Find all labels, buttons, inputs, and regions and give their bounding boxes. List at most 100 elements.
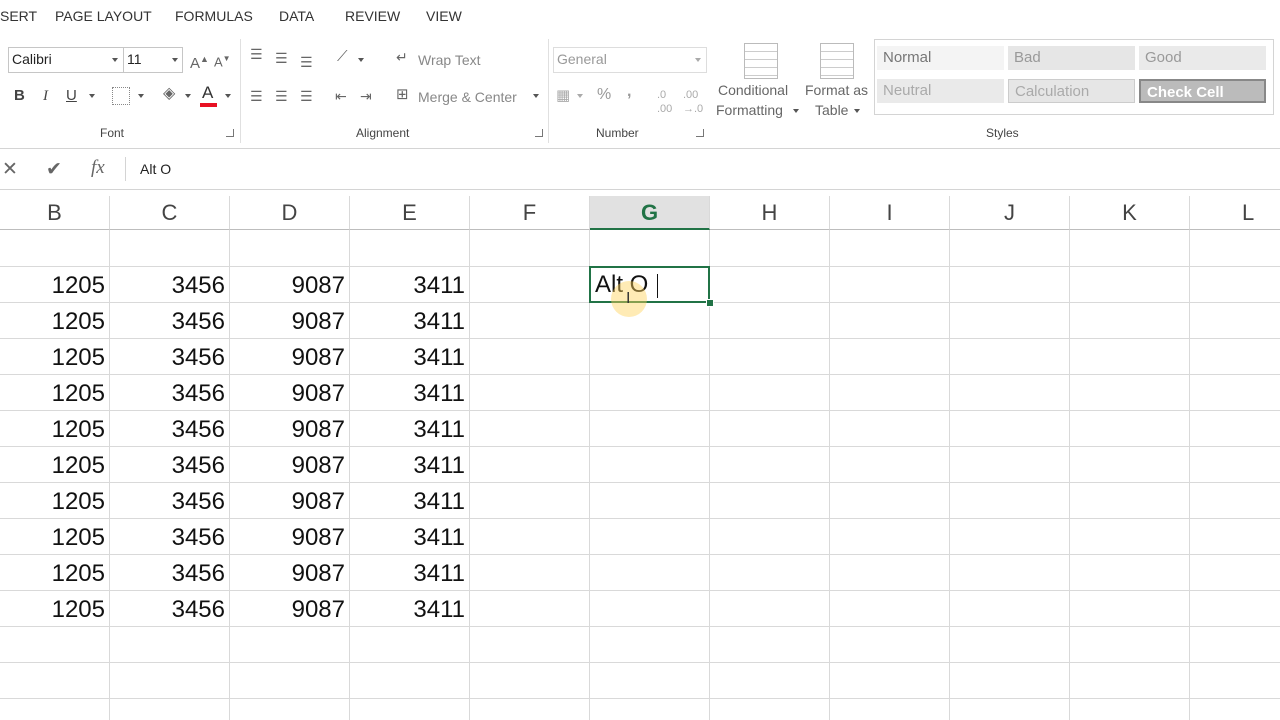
style-good[interactable]: Good <box>1139 46 1266 70</box>
merge-center-icon[interactable]: ⊞ <box>396 87 409 102</box>
style-calculation[interactable]: Calculation <box>1008 79 1135 103</box>
cell-b[interactable]: 1205 <box>0 555 110 591</box>
cell-b[interactable]: 1205 <box>0 483 110 519</box>
chevron-down-icon[interactable] <box>138 94 144 98</box>
wrap-text-icon[interactable]: ↵ <box>396 50 408 64</box>
cell-e[interactable]: 3411 <box>350 267 470 303</box>
cell-c[interactable]: 3456 <box>110 519 230 555</box>
cell-c[interactable]: 3456 <box>110 591 230 627</box>
bottom-align-icon[interactable]: ☰ <box>300 55 313 69</box>
column-header-d[interactable]: D <box>230 196 350 230</box>
number-format-combobox[interactable]: General <box>553 47 707 73</box>
increase-indent-icon[interactable]: ⇥ <box>360 89 372 103</box>
chevron-down-icon[interactable] <box>89 94 95 98</box>
active-cell-g[interactable]: Alt O <box>589 266 710 303</box>
underline-button[interactable]: U <box>66 88 77 103</box>
column-header-e[interactable]: E <box>350 196 470 230</box>
tab-formulas[interactable]: FORMULAS <box>175 8 253 24</box>
column-header-j[interactable]: J <box>950 196 1070 230</box>
cell-e[interactable]: 3411 <box>350 483 470 519</box>
cell-c[interactable]: 3456 <box>110 411 230 447</box>
decrease-font-size-icon[interactable]: A▼ <box>214 52 231 69</box>
style-check-cell[interactable]: Check Cell <box>1139 79 1266 103</box>
wrap-text-button[interactable]: Wrap Text <box>418 52 481 68</box>
cell-c[interactable]: 3456 <box>110 303 230 339</box>
cell-d[interactable]: 9087 <box>230 555 350 591</box>
cell-b[interactable]: 1205 <box>0 411 110 447</box>
column-header-h[interactable]: H <box>710 196 830 230</box>
bold-button[interactable]: B <box>14 88 25 103</box>
merge-center-button[interactable]: Merge & Center <box>418 89 517 105</box>
column-header-k[interactable]: K <box>1070 196 1190 230</box>
font-dialog-launcher-icon[interactable] <box>226 129 234 137</box>
style-bad[interactable]: Bad <box>1008 46 1135 70</box>
align-center-icon[interactable]: ☰ <box>275 89 288 103</box>
cell-d[interactable]: 9087 <box>230 339 350 375</box>
style-normal[interactable]: Normal <box>877 46 1004 70</box>
cell-e[interactable]: 3411 <box>350 519 470 555</box>
cell-e[interactable]: 3411 <box>350 339 470 375</box>
cell-e[interactable]: 3411 <box>350 591 470 627</box>
cell-c[interactable]: 3456 <box>110 483 230 519</box>
column-header-b[interactable]: B <box>0 196 110 230</box>
font-size-combobox[interactable]: 11 <box>123 47 183 73</box>
fill-color-icon[interactable]: ◈ <box>163 86 175 102</box>
chevron-down-icon[interactable] <box>358 58 364 62</box>
cell-d[interactable]: 9087 <box>230 519 350 555</box>
formula-input[interactable]: Alt O <box>140 161 171 177</box>
cell-c[interactable]: 3456 <box>110 555 230 591</box>
cell-b[interactable]: 1205 <box>0 591 110 627</box>
column-header-i[interactable]: I <box>830 196 950 230</box>
cell-b[interactable]: 1205 <box>0 303 110 339</box>
tab-view[interactable]: VIEW <box>426 8 462 24</box>
chevron-down-icon[interactable] <box>533 94 539 98</box>
chevron-down-icon[interactable] <box>225 94 231 98</box>
number-dialog-launcher-icon[interactable] <box>696 129 704 137</box>
decrease-indent-icon[interactable]: ⇤ <box>335 89 347 103</box>
cell-d[interactable]: 9087 <box>230 411 350 447</box>
cell-e[interactable]: 3411 <box>350 303 470 339</box>
top-align-icon[interactable]: ☰ <box>250 47 263 61</box>
middle-align-icon[interactable]: ☰ <box>275 51 288 65</box>
cell-e[interactable]: 3411 <box>350 555 470 591</box>
align-left-icon[interactable]: ☰ <box>250 89 263 103</box>
percent-style-button[interactable]: % <box>597 87 611 103</box>
alignment-dialog-launcher-icon[interactable] <box>535 129 543 137</box>
cell-d[interactable]: 9087 <box>230 483 350 519</box>
tab-insert[interactable]: SERT <box>0 8 37 24</box>
accounting-format-icon[interactable]: ▦ <box>556 88 570 103</box>
column-header-f[interactable]: F <box>470 196 590 230</box>
cell-b[interactable]: 1205 <box>0 447 110 483</box>
chevron-down-icon[interactable] <box>577 94 583 98</box>
style-neutral[interactable]: Neutral <box>877 79 1004 103</box>
fill-handle[interactable] <box>706 299 714 307</box>
cell-c[interactable]: 3456 <box>110 339 230 375</box>
insert-function-icon[interactable]: fx <box>91 157 105 179</box>
cell-c[interactable]: 3456 <box>110 447 230 483</box>
increase-font-size-icon[interactable]: A▲ <box>190 52 209 71</box>
column-header-l[interactable]: L <box>1190 196 1280 230</box>
font-name-combobox[interactable]: Calibri <box>8 47 124 73</box>
enter-icon[interactable]: ✔ <box>46 158 62 181</box>
tab-review[interactable]: REVIEW <box>345 8 400 24</box>
cell-e[interactable]: 3411 <box>350 411 470 447</box>
cell-b[interactable]: 1205 <box>0 339 110 375</box>
cell-d[interactable]: 9087 <box>230 447 350 483</box>
cell-e[interactable]: 3411 <box>350 375 470 411</box>
cell-e[interactable]: 3411 <box>350 447 470 483</box>
font-color-icon[interactable]: A <box>202 84 213 101</box>
italic-button[interactable]: I <box>43 89 48 104</box>
cell-d[interactable]: 9087 <box>230 303 350 339</box>
decrease-decimal-icon[interactable]: .00 →.0 <box>683 88 703 116</box>
align-right-icon[interactable]: ☰ <box>300 89 313 103</box>
borders-icon[interactable] <box>112 87 130 105</box>
orientation-icon[interactable]: ⟋ <box>337 49 348 64</box>
cell-b[interactable]: 1205 <box>0 519 110 555</box>
cell-d[interactable]: 9087 <box>230 591 350 627</box>
increase-decimal-icon[interactable]: .0.00 <box>657 88 672 116</box>
comma-style-button[interactable]: , <box>627 84 631 100</box>
cell-b[interactable]: 1205 <box>0 267 110 303</box>
column-header-c[interactable]: C <box>110 196 230 230</box>
cell-d[interactable]: 9087 <box>230 267 350 303</box>
cell-c[interactable]: 3456 <box>110 267 230 303</box>
